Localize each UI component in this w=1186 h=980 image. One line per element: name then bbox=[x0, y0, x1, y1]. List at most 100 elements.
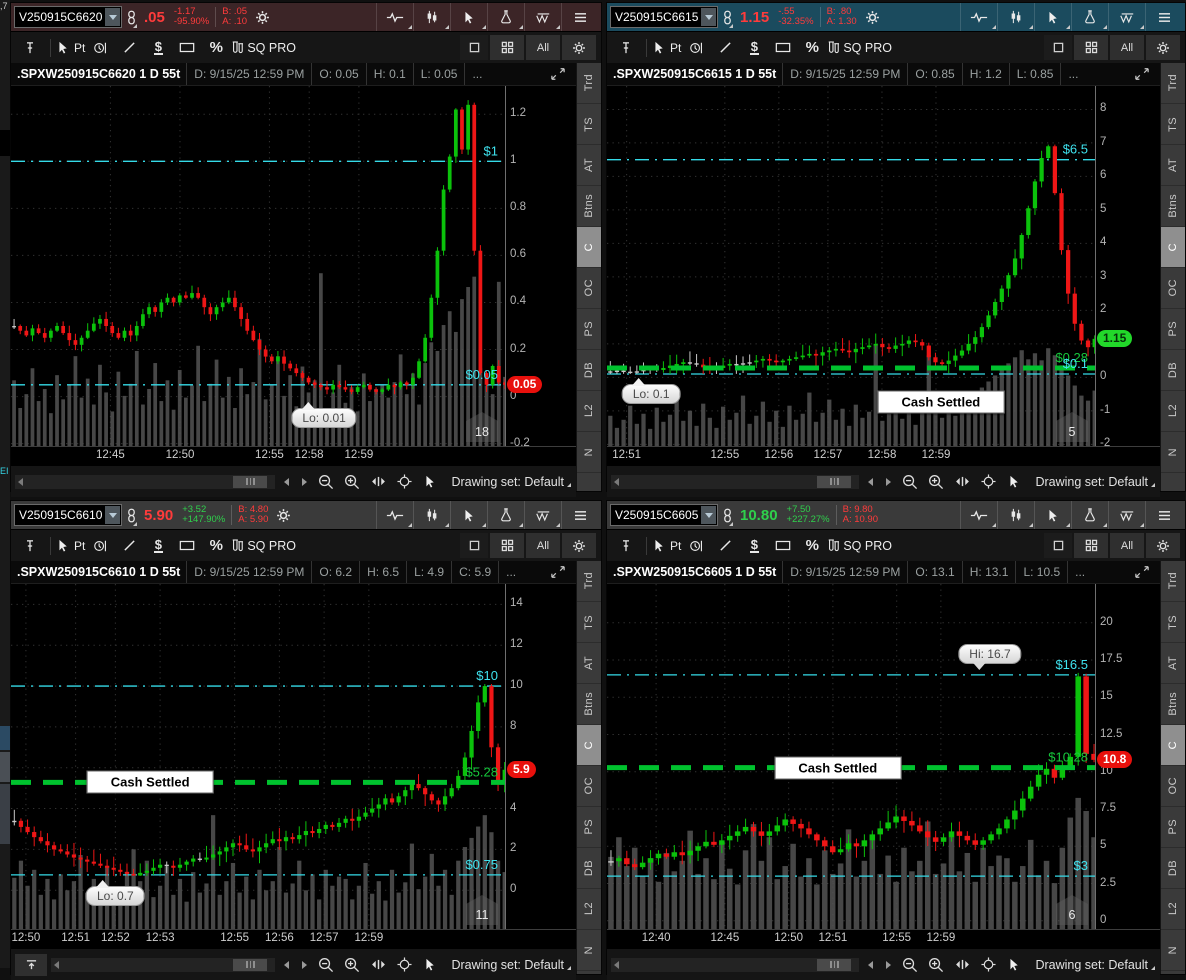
menu-list-icon[interactable] bbox=[561, 501, 598, 529]
time-scrollbar[interactable] bbox=[51, 958, 275, 972]
zoom-in-icon[interactable] bbox=[925, 957, 947, 973]
zoom-out-icon[interactable] bbox=[899, 957, 921, 973]
crosshair-target-icon[interactable] bbox=[393, 474, 415, 489]
single-view-button[interactable] bbox=[1044, 35, 1072, 60]
symbol-input[interactable]: V250915C6605 bbox=[610, 504, 718, 526]
step-right-button[interactable] bbox=[881, 478, 895, 486]
side-tab-btns[interactable]: Btns bbox=[577, 684, 601, 725]
grid-view-button[interactable] bbox=[1074, 35, 1108, 60]
time-scrollbar[interactable] bbox=[611, 475, 859, 489]
side-tab-ts[interactable]: TS bbox=[1161, 104, 1185, 145]
time-tool-icon[interactable] bbox=[682, 35, 710, 61]
percent-tool-icon[interactable]: % bbox=[798, 533, 826, 559]
symbol-input[interactable]: V250915C6610 bbox=[14, 504, 122, 526]
side-tab-db[interactable]: DB bbox=[577, 848, 601, 889]
side-tab-ts[interactable]: TS bbox=[577, 104, 601, 145]
expand-horizontal-icon[interactable] bbox=[367, 959, 389, 970]
time-tool-icon[interactable] bbox=[86, 35, 114, 61]
single-view-button[interactable] bbox=[460, 533, 488, 558]
grid-view-button[interactable] bbox=[1074, 533, 1108, 558]
rectangle-tool-icon[interactable] bbox=[769, 35, 797, 61]
expand-horizontal-icon[interactable] bbox=[951, 476, 973, 487]
menu-list-icon[interactable] bbox=[1145, 501, 1182, 529]
side-tab-c[interactable]: C bbox=[577, 725, 601, 766]
scrollbar-thumb[interactable] bbox=[817, 476, 851, 488]
drawing-set-selector[interactable]: Drawing set: Default bbox=[1029, 958, 1156, 972]
symbol-dropdown-button[interactable] bbox=[701, 506, 716, 524]
crosshair-target-icon[interactable] bbox=[977, 474, 999, 489]
trendline-tool-icon[interactable] bbox=[711, 35, 739, 61]
time-scrollbar[interactable] bbox=[15, 475, 275, 489]
menu-list-icon[interactable] bbox=[561, 3, 598, 31]
zoom-out-icon[interactable] bbox=[899, 474, 921, 490]
side-tab-db[interactable]: DB bbox=[1161, 350, 1185, 391]
side-tab-trd[interactable]: Trd bbox=[1161, 63, 1185, 104]
time-axis[interactable]: 12:4512:5012:5512:5812:59 bbox=[11, 446, 576, 465]
layout-settings-gear-icon[interactable] bbox=[1146, 533, 1180, 558]
sqpro-indicator-button[interactable]: SQ PRO bbox=[827, 35, 892, 61]
sqpro-indicator-button[interactable]: SQ PRO bbox=[827, 533, 892, 559]
price-level-tool-icon[interactable]: $ bbox=[740, 35, 768, 61]
rectangle-tool-icon[interactable] bbox=[769, 533, 797, 559]
candlestick-plot[interactable]: $6.5$0.28$0.1 bbox=[607, 86, 1098, 446]
layout-settings-gear-icon[interactable] bbox=[562, 533, 596, 558]
side-tab-l2[interactable]: L2 bbox=[1161, 889, 1185, 930]
price-axis[interactable]: 1.210.80.60.40.20-0.20.05 bbox=[505, 86, 576, 446]
all-panels-button[interactable]: All bbox=[1110, 533, 1144, 558]
step-right-button[interactable] bbox=[881, 961, 895, 969]
chart-area[interactable]: $1$0.05 1.210.80.60.40.20-0.20.05 18Lo: … bbox=[11, 86, 576, 446]
symbol-dropdown-button[interactable] bbox=[701, 8, 716, 26]
side-tab-n[interactable]: N bbox=[1161, 432, 1185, 473]
side-tab-n[interactable]: N bbox=[577, 930, 601, 971]
chart-area[interactable]: $10$5.28$0.75 141210864205.9 11Lo: 0.7Ca… bbox=[11, 584, 576, 929]
price-axis[interactable]: 141210864205.9 bbox=[505, 584, 576, 929]
side-tab-ps[interactable]: PS bbox=[577, 309, 601, 350]
link-icon[interactable] bbox=[125, 502, 138, 528]
side-tab-c[interactable]: C bbox=[1161, 227, 1185, 268]
time-tool-icon[interactable] bbox=[86, 533, 114, 559]
side-tab-db[interactable]: DB bbox=[1161, 848, 1185, 889]
side-tab-oc[interactable]: OC bbox=[1161, 268, 1185, 309]
cursor-mode-icon[interactable] bbox=[419, 958, 441, 971]
side-tab-ts[interactable]: TS bbox=[1161, 602, 1185, 643]
tests-flask-icon[interactable] bbox=[1071, 3, 1108, 31]
chart-type-candles-icon[interactable] bbox=[413, 3, 450, 31]
price-level-tool-icon[interactable]: $ bbox=[144, 35, 172, 61]
layout-settings-gear-icon[interactable] bbox=[562, 35, 596, 60]
side-tab-oc[interactable]: OC bbox=[1161, 766, 1185, 807]
patterns-icon[interactable] bbox=[524, 3, 561, 31]
symbol-input[interactable]: V250915C6615 bbox=[610, 6, 718, 28]
cursor-mode-icon[interactable] bbox=[419, 475, 441, 488]
expand-horizontal-icon[interactable] bbox=[367, 476, 389, 487]
time-tool-icon[interactable] bbox=[682, 533, 710, 559]
link-icon[interactable] bbox=[721, 502, 734, 528]
zoom-in-icon[interactable] bbox=[925, 474, 947, 490]
pin-drawings-button[interactable] bbox=[612, 533, 640, 559]
time-axis[interactable]: 12:5112:5512:5612:5712:5812:59 bbox=[607, 446, 1160, 465]
step-right-button[interactable] bbox=[297, 478, 311, 486]
auto-fit-icon[interactable] bbox=[1134, 67, 1160, 81]
patterns-icon[interactable] bbox=[1108, 501, 1145, 529]
chart-settings-gear-icon[interactable] bbox=[274, 502, 293, 528]
side-tab-ps[interactable]: PS bbox=[577, 807, 601, 848]
chart-area[interactable]: $6.5$0.28$0.1 876543210-1-21.15 5Lo: 0.1… bbox=[607, 86, 1160, 446]
all-panels-button[interactable]: All bbox=[526, 35, 560, 60]
patterns-icon[interactable] bbox=[1108, 3, 1145, 31]
scroll-left-arrow[interactable] bbox=[614, 478, 619, 486]
cursor-mode-icon[interactable] bbox=[1003, 958, 1025, 971]
step-left-button[interactable] bbox=[279, 961, 293, 969]
trendline-tool-icon[interactable] bbox=[115, 533, 143, 559]
pointer-tool-button[interactable]: Pt bbox=[653, 35, 681, 61]
side-tab-l2[interactable]: L2 bbox=[1161, 391, 1185, 432]
side-tab-btns[interactable]: Btns bbox=[1161, 684, 1185, 725]
chart-type-candles-icon[interactable] bbox=[997, 3, 1034, 31]
cursor-tool-icon[interactable] bbox=[1034, 3, 1071, 31]
pin-drawings-button[interactable] bbox=[612, 35, 640, 61]
side-tab-c[interactable]: C bbox=[1161, 725, 1185, 766]
side-tab-btns[interactable]: Btns bbox=[577, 186, 601, 227]
side-tab-oc[interactable]: OC bbox=[577, 766, 601, 807]
side-tab-ps[interactable]: PS bbox=[1161, 309, 1185, 350]
trendline-tool-icon[interactable] bbox=[115, 35, 143, 61]
side-tab-btns[interactable]: Btns bbox=[1161, 186, 1185, 227]
zoom-out-icon[interactable] bbox=[315, 474, 337, 490]
